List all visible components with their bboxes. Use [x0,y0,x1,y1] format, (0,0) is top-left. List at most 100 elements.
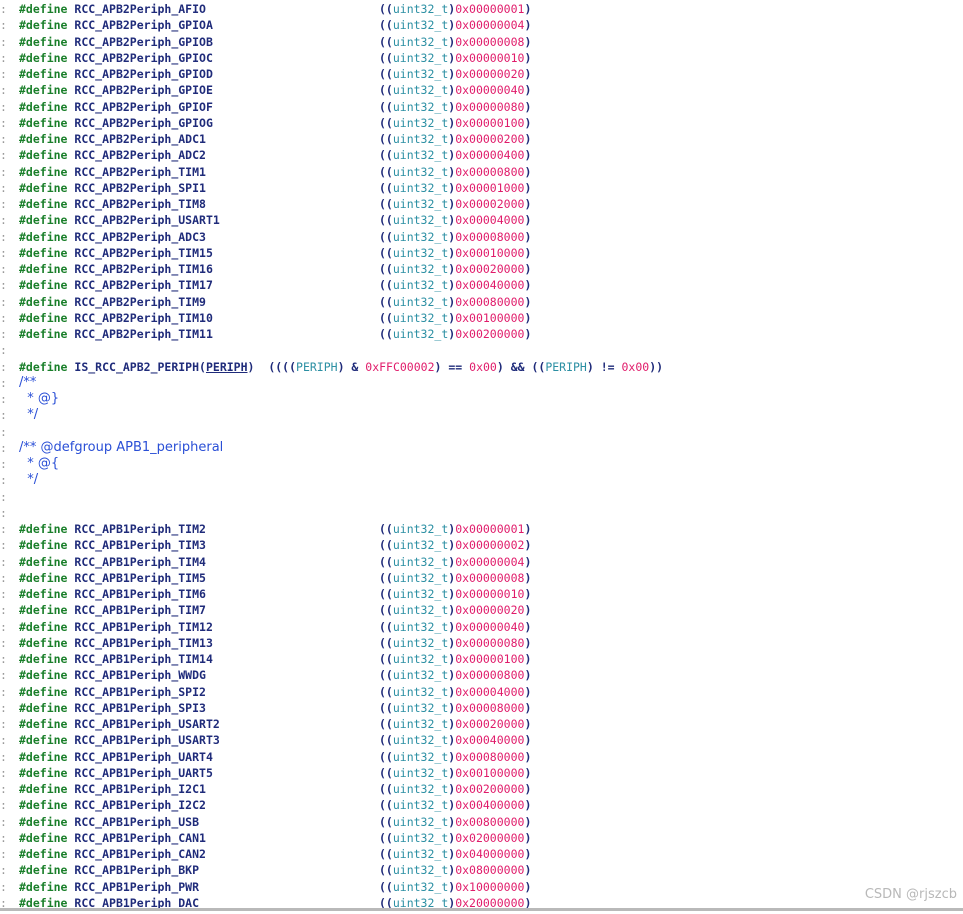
hex-value: 0x00000100 [455,652,525,666]
define-code: #define RCC_APB2Periph_USART1 [19,212,220,228]
is-periph-macro-line: : #define IS_RCC_APB2_PERIPH(PERIPH) ((((… [0,359,963,375]
line-gutter-mark: : [0,830,7,845]
macro-name: RCC_APB2Periph_TIM1 [74,164,206,179]
line-gutter-mark: : [0,18,7,33]
comment-line: : */ [0,407,963,423]
define-code: #define RCC_APB1Periph_WWDG [19,667,206,683]
define-line: : #define RCC_APB1Periph_I2C2 ((uint32_t)0… [0,797,963,813]
close-paren: ) [524,245,532,260]
cast-type: uint32_t [392,749,449,764]
define-keyword: #define [19,830,68,845]
hex-value: 0x00020000 [455,262,525,276]
macro-value: ((uint32_t)0x00800000) [379,814,531,830]
define-code: #define RCC_APB1Periph_SPI2 [19,684,206,700]
close-paren: ) [524,294,532,309]
open-paren: (( [379,278,393,293]
macro-value: ((uint32_t)0x00200000) [379,326,531,342]
define-line: : #define RCC_APB1Periph_SPI2 ((uint32_t)0… [0,684,963,700]
macro-name: RCC_APB1Periph_TIM5 [74,570,206,585]
not-equals-op: ) != [586,359,622,374]
line-gutter-mark: : [0,522,7,536]
define-keyword: #define [19,262,68,276]
line-gutter-mark: : [0,668,7,683]
hex-value: 0x00000008 [455,570,525,585]
close-paren: ) [247,359,255,374]
cast-type: uint32_t [392,538,449,553]
define-line: : #define RCC_APB1Periph_I2C1 ((uint32_t)0… [0,781,963,797]
define-line: : #define RCC_APB2Periph_TIM1 ((uint32_t)0… [0,164,963,180]
macro-value: ((uint32_t)0x00000100) [379,115,531,131]
define-line: : #define RCC_APB1Periph_UART4 ((uint32_t)… [0,749,963,765]
define-line: : #define RCC_APB2Periph_ADC1 ((uint32_t)0… [0,131,963,147]
macro-value: ((uint32_t)0x00004000) [379,212,531,228]
close-paren: ) [524,733,532,748]
define-code: #define RCC_APB2Periph_TIM1 [19,164,206,180]
close-paren: ) [524,863,532,878]
line-gutter-mark: : [0,343,7,358]
doc-comment: */ [19,472,39,488]
define-keyword: #define [19,879,68,894]
cast-type: uint32_t [392,798,449,813]
blank-line: : [0,424,963,440]
hex-value: 0x00100000 [455,310,525,325]
line-gutter-mark: : [0,375,7,390]
line-gutter-mark: : [0,229,7,244]
macro-value: ((uint32_t)0x00000008) [379,34,531,50]
define-code: #define RCC_APB1Periph_TIM3 [19,537,206,553]
hex-value: 0x00000004 [455,554,525,569]
close-paren: ) [524,2,532,16]
macro-value: ((uint32_t)0x00040000) [379,277,531,293]
line-gutter-mark: : [0,294,7,309]
hex-value: 0x02000000 [455,830,525,845]
param-periph[interactable]: PERIPH [206,360,248,374]
line-gutter-mark: : [0,733,7,748]
open-paren: (( [379,164,393,179]
line-gutter-mark: : [0,213,7,228]
define-code: #define RCC_APB2Periph_TIM8 [19,196,206,212]
close-paren: ) [524,830,532,845]
open-paren: (( [379,798,393,813]
define-code: #define RCC_APB1Periph_I2C2 [19,797,206,813]
close-paren: ) [524,717,532,731]
macro-name: RCC_APB2Periph_GPIOE [74,83,213,98]
macro-value: ((uint32_t)0x00000020) [379,66,531,82]
line-gutter-mark: : [0,798,7,813]
define-code: #define RCC_APB1Periph_TIM12 [19,619,213,635]
cast-type: uint32_t [392,18,449,33]
open-paren: (( [379,587,393,601]
define-line: : #define RCC_APB2Periph_TIM11 ((uint32_t)… [0,326,963,342]
define-keyword: #define [19,50,68,65]
hex-value: 0x00080000 [455,749,525,764]
line-gutter-mark: : [0,700,7,715]
macro-name: RCC_APB2Periph_GPIOG [74,115,213,130]
open-paren: (( [379,668,393,683]
code-editor[interactable]: : #define RCC_APB2Periph_AFIO ((uint32_t)0… [0,0,963,910]
cast-type: uint32_t [392,213,449,228]
periph-ref: PERIPH [545,359,587,374]
open-paren: (( [379,327,393,341]
bitwise-and: ) & [337,359,366,374]
close-paren: ) [524,570,532,585]
cast-type: uint32_t [392,262,449,276]
close-paren: ) [524,749,532,764]
define-keyword: #define [19,164,68,179]
define-keyword: #define [19,132,68,146]
macro-name: RCC_APB1Periph_BKP [74,863,200,878]
macro-value: ((uint32_t)0x00080000) [379,294,531,310]
cast-type: uint32_t [392,99,449,114]
line-gutter-mark: : [0,115,7,130]
macro-value: ((uint32_t)0x00001000) [379,180,531,196]
line-gutter-mark: : [0,847,7,861]
define-code: #define RCC_APB2Periph_TIM9 [19,294,206,310]
body-close: )) [649,359,664,374]
line-gutter-mark: : [0,440,7,455]
define-code: #define RCC_APB2Periph_TIM16 [19,261,213,277]
macro-name: RCC_APB2Periph_ADC1 [74,132,206,146]
line-gutter-mark: : [0,570,7,585]
hex-value: 0x00000004 [455,18,525,33]
line-gutter-mark: : [0,327,7,341]
macro-value: ((uint32_t)0x00000010) [379,586,531,602]
define-keyword: #define [19,668,68,683]
doc-comment: * @{ [19,456,60,471]
cast-type: uint32_t [392,2,449,16]
